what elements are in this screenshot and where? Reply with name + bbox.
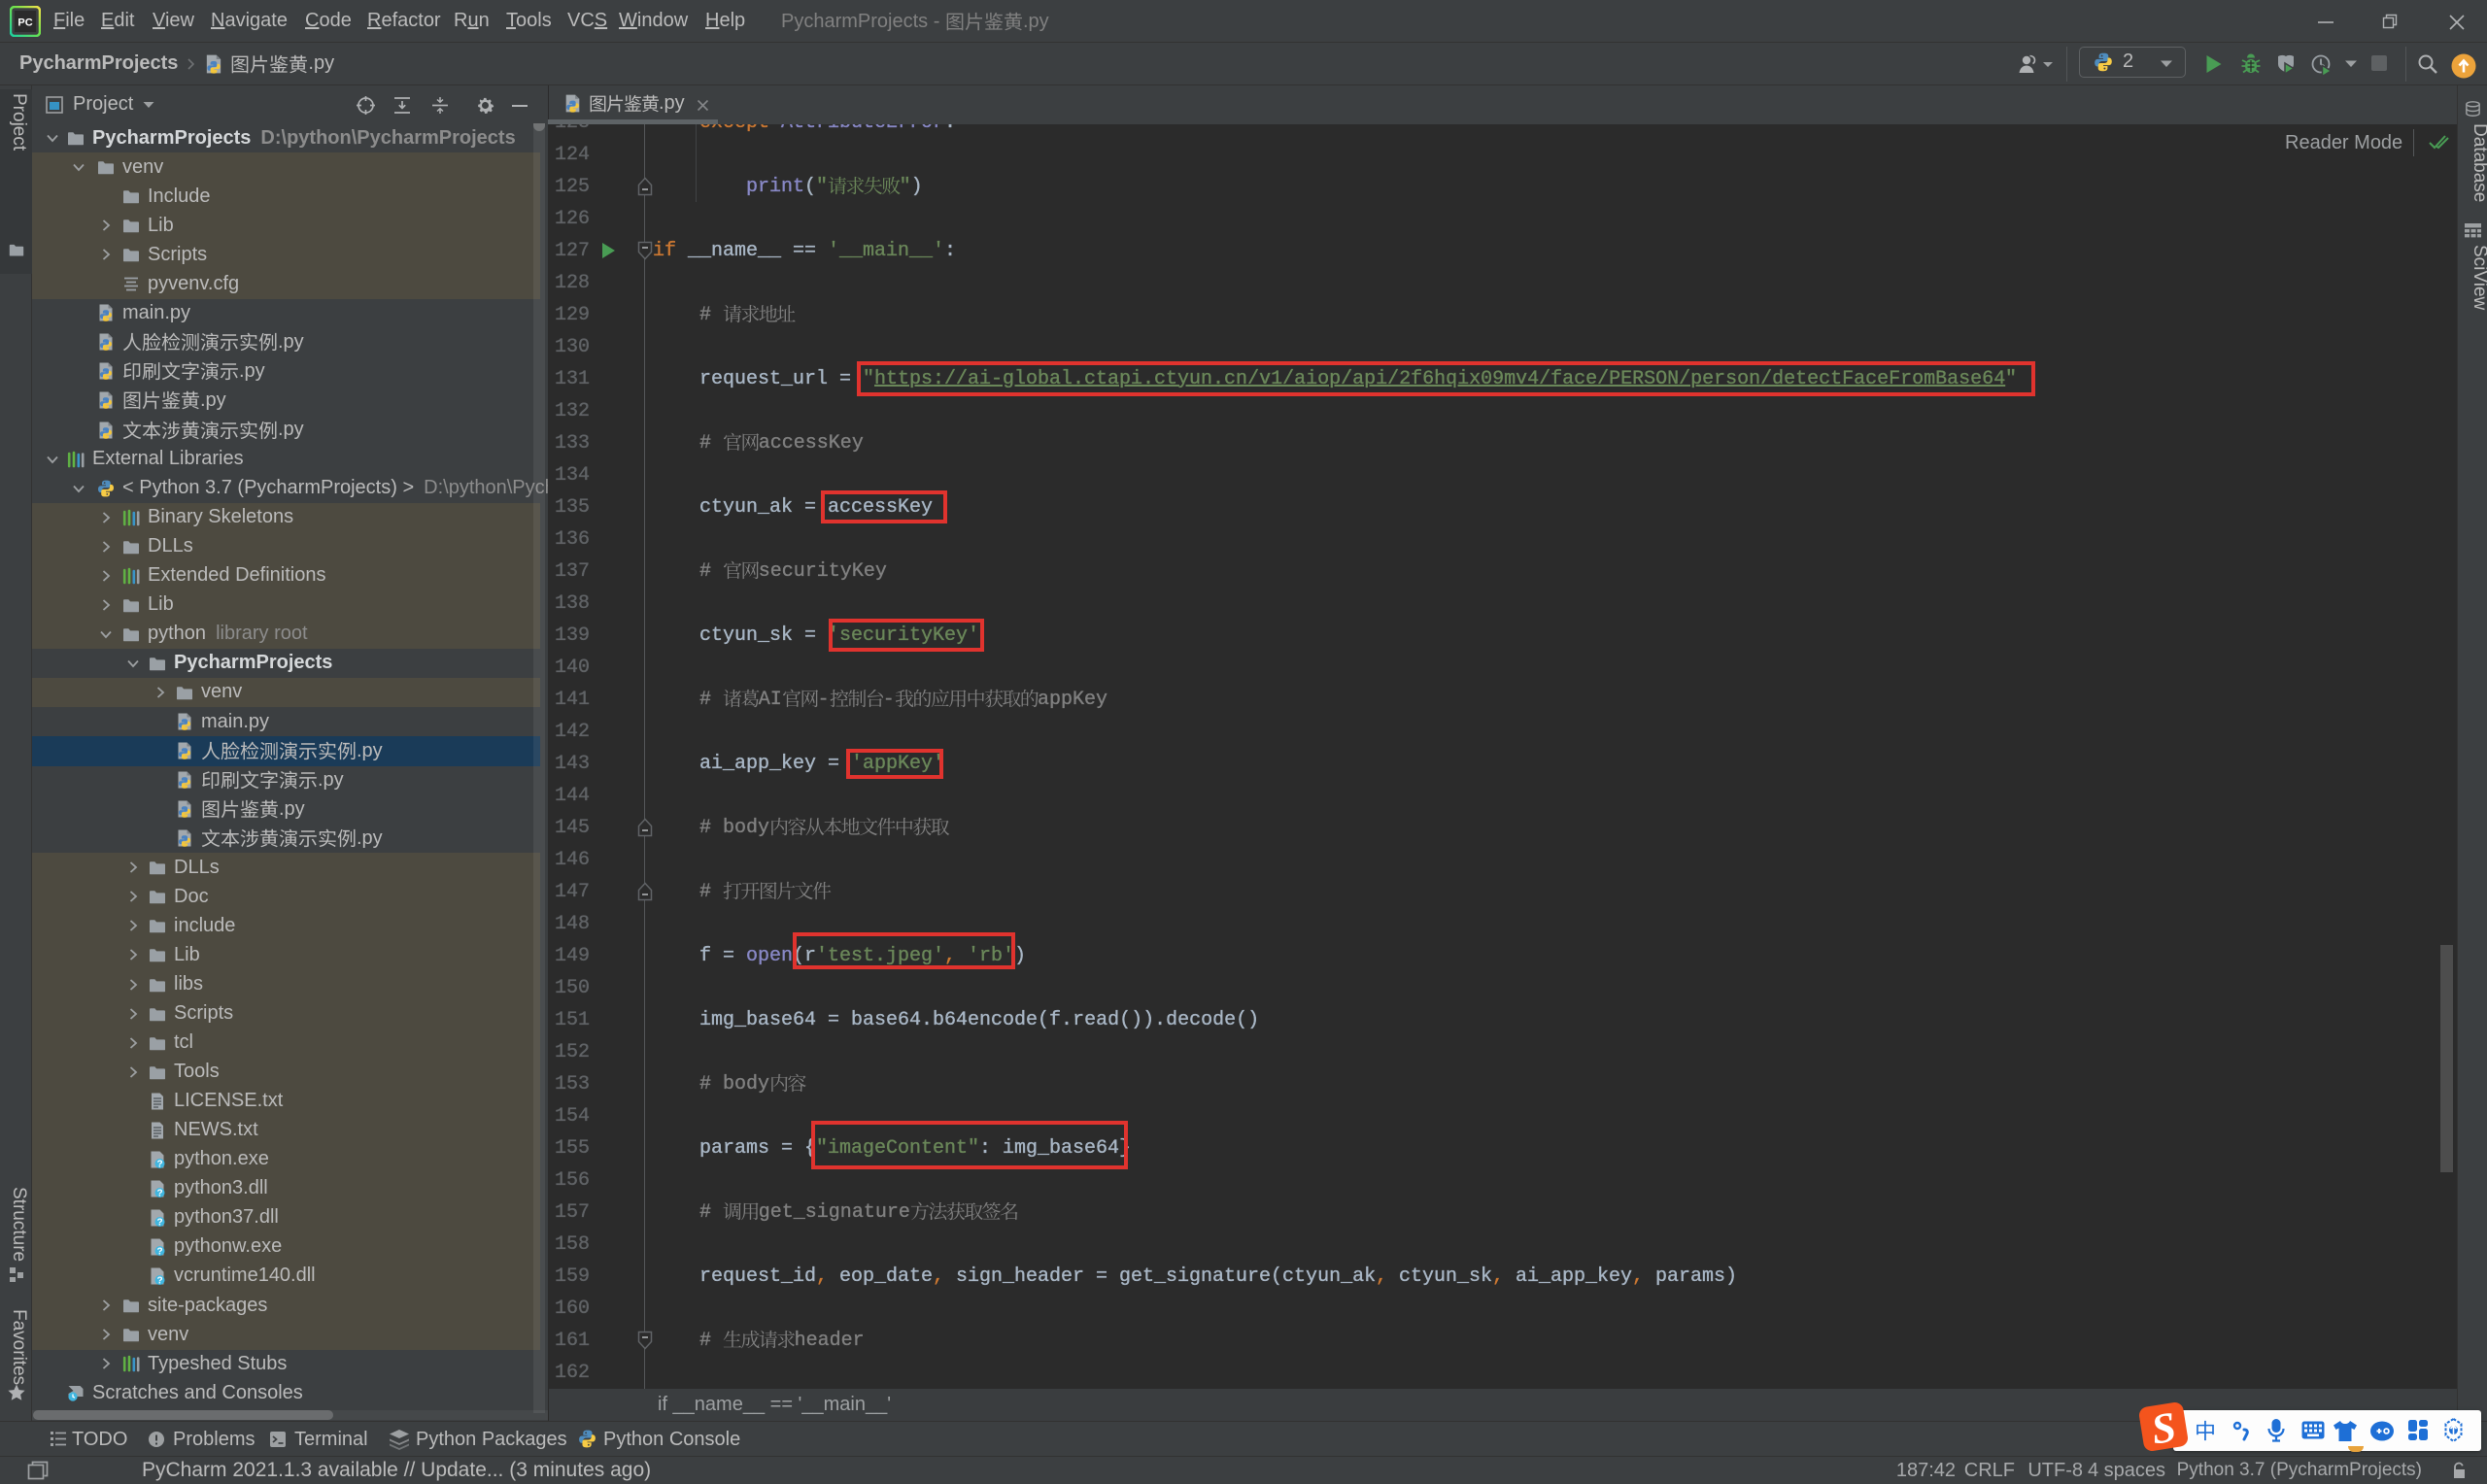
svg-text:PC: PC: [17, 17, 32, 29]
